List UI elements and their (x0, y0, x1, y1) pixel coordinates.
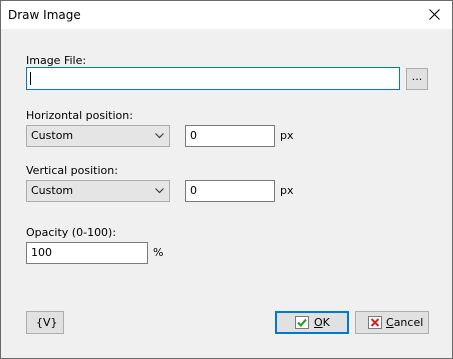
vertical-position-value: 0 (190, 184, 197, 197)
cancel-button-label: Cancel (386, 316, 424, 329)
variables-button[interactable]: {V} (26, 311, 64, 334)
text-caret (30, 72, 31, 85)
title-bar: Draw Image (1, 1, 452, 29)
horizontal-position-select[interactable]: Custom (26, 125, 170, 147)
cancel-x-icon (368, 316, 382, 329)
ok-button[interactable]: OK (275, 311, 349, 334)
browse-button[interactable]: ... (406, 68, 428, 90)
horizontal-position-input[interactable]: 0 (185, 125, 275, 147)
opacity-input[interactable]: 100 (26, 242, 148, 264)
checkmark-icon (295, 316, 309, 329)
vertical-position-select[interactable]: Custom (26, 180, 170, 202)
horizontal-position-value: 0 (190, 129, 197, 142)
horizontal-position-label: Horizontal position: (26, 109, 133, 122)
vertical-unit-label: px (280, 184, 294, 197)
window-title: Draw Image (8, 8, 81, 22)
close-button[interactable] (418, 1, 452, 29)
horizontal-unit-label: px (280, 129, 294, 142)
chevron-down-icon (155, 188, 164, 194)
image-file-label: Image File: (26, 54, 87, 67)
opacity-value: 100 (31, 246, 52, 259)
ok-button-label: OK (314, 316, 330, 329)
close-icon (429, 9, 440, 20)
chevron-down-icon (155, 133, 164, 139)
cancel-button[interactable]: Cancel (355, 311, 429, 334)
vertical-position-selected: Custom (31, 184, 74, 197)
draw-image-dialog: Draw Image Image File: ... Horizontal po… (0, 0, 453, 359)
horizontal-position-selected: Custom (31, 129, 74, 142)
image-file-input[interactable] (26, 67, 400, 90)
opacity-unit-label: % (153, 246, 164, 259)
vertical-position-input[interactable]: 0 (185, 180, 275, 202)
variables-button-label: {V} (36, 316, 58, 329)
opacity-label: Opacity (0-100): (26, 226, 117, 239)
vertical-position-label: Vertical position: (26, 164, 118, 177)
